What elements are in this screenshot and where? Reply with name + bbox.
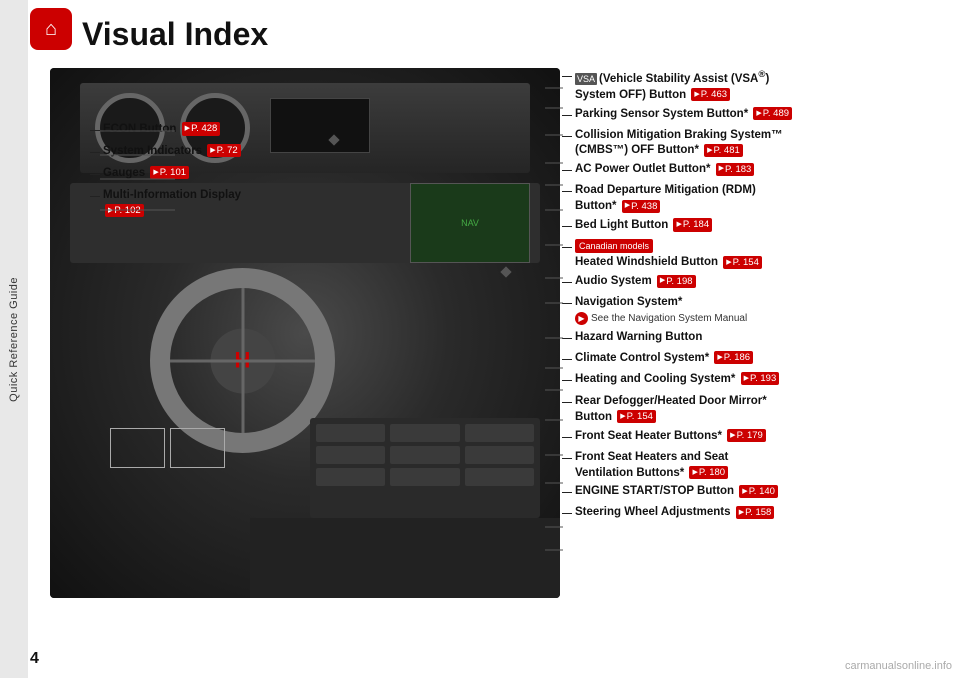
tick-line <box>562 513 572 514</box>
tick-line <box>562 380 572 381</box>
label-content: Gauges P. 101 <box>100 166 189 182</box>
page-ref-badge: P. 180 <box>689 466 728 479</box>
tick-line <box>562 402 572 403</box>
list-item: Parking Sensor System Button* P. 489 <box>562 107 952 125</box>
watermark: carmanualsonline.info <box>845 660 952 672</box>
list-item: Collision Mitigation Braking System™(CMB… <box>562 128 952 160</box>
label-content: Canadian models Heated Windshield Button… <box>572 239 762 271</box>
page-ref-badge: P. 140 <box>739 485 778 498</box>
label-content: Navigation System* ▶See the Navigation S… <box>572 295 747 327</box>
page-ref-badge: P. 198 <box>657 275 696 288</box>
label-content: Hazard Warning Button <box>572 330 702 346</box>
list-item: ENGINE START/STOP Button P. 140 <box>562 484 952 502</box>
list-item: Rear Defogger/Heated Door Mirror*Button … <box>562 394 952 426</box>
list-item: Gauges P. 101 <box>90 166 320 182</box>
page-ref-badge: P. 101 <box>150 166 189 179</box>
list-item: Heating and Cooling System* P. 193 <box>562 372 952 390</box>
tick-line <box>562 170 572 171</box>
label-content: Collision Mitigation Braking System™(CMB… <box>572 128 783 160</box>
list-item: Bed Light Button P. 184 <box>562 218 952 236</box>
list-item: AC Power Outlet Button* P. 183 <box>562 162 952 180</box>
page-ref-badge: P. 179 <box>727 429 766 442</box>
tick-line <box>562 303 572 304</box>
label-content: Bed Light Button P. 184 <box>572 218 712 234</box>
list-item: System Indicators P. 72 <box>90 144 320 160</box>
page-ref-badge: P. 186 <box>714 351 753 364</box>
list-item: Navigation System* ▶See the Navigation S… <box>562 295 952 327</box>
list-item: Front Seat Heaters and SeatVentilation B… <box>562 450 952 482</box>
home-icon: ⌂ <box>45 18 57 41</box>
page-ref-badge: P. 154 <box>723 256 762 269</box>
tick-line <box>562 191 572 192</box>
page-ref-badge: P. 428 <box>182 122 221 135</box>
page-ref-badge: P. 183 <box>716 163 755 176</box>
sidebar-label: Quick Reference Guide <box>8 277 20 402</box>
tick-line <box>562 136 572 137</box>
sidebar: Quick Reference Guide <box>0 0 28 678</box>
page-ref-badge: P. 489 <box>753 107 792 120</box>
page: Quick Reference Guide ⌂ Visual Index NAV <box>0 0 960 678</box>
page-ref-badge: P. 193 <box>741 372 780 385</box>
label-content: Road Departure Mitigation (RDM)Button* P… <box>572 183 756 215</box>
page-ref-badge: P. 184 <box>673 218 712 231</box>
list-item: Climate Control System* P. 186 <box>562 351 952 369</box>
list-item: Canadian models Heated Windshield Button… <box>562 239 952 271</box>
label-content: Parking Sensor System Button* P. 489 <box>572 107 792 123</box>
page-ref-badge: P. 463 <box>691 88 730 101</box>
tick-line <box>562 226 572 227</box>
right-labels-container: VSA(Vehicle Stability Assist (VSA®)Syste… <box>562 68 952 526</box>
tick-line <box>562 115 572 116</box>
tick-line <box>562 282 572 283</box>
tick-line <box>90 196 100 197</box>
tick-line <box>562 247 572 248</box>
label-content: Climate Control System* P. 186 <box>572 351 753 367</box>
tick-line <box>90 130 100 131</box>
list-item: Hazard Warning Button <box>562 330 952 348</box>
label-content: System Indicators P. 72 <box>100 144 241 160</box>
list-item: ECON Button P. 428 <box>90 122 320 138</box>
label-content: Rear Defogger/Heated Door Mirror*Button … <box>572 394 767 426</box>
tick-line <box>562 458 572 459</box>
page-ref-badge: P. 438 <box>622 200 661 213</box>
tick-line <box>562 76 572 77</box>
label-content: Heating and Cooling System* P. 193 <box>572 372 779 388</box>
page-number: 4 <box>30 650 39 668</box>
list-item: Road Departure Mitigation (RDM)Button* P… <box>562 183 952 215</box>
list-item: Audio System P. 198 <box>562 274 952 292</box>
tick-line <box>562 338 572 339</box>
tick-line <box>90 152 100 153</box>
page-ref-badge: P. 481 <box>704 144 743 157</box>
list-item: Steering Wheel Adjustments P. 158 <box>562 505 952 523</box>
home-button[interactable]: ⌂ <box>30 8 72 50</box>
label-content: ECON Button P. 428 <box>100 122 220 138</box>
label-content: Multi-Information Display P. 102 <box>100 188 241 220</box>
list-item: Front Seat Heater Buttons* P. 179 <box>562 429 952 447</box>
label-content: Front Seat Heaters and SeatVentilation B… <box>572 450 728 482</box>
label-content: Audio System P. 198 <box>572 274 696 290</box>
label-content: Front Seat Heater Buttons* P. 179 <box>572 429 766 445</box>
page-ref-badge: P. 102 <box>105 204 144 217</box>
label-content: Steering Wheel Adjustments P. 158 <box>572 505 774 521</box>
page-ref-badge: P. 158 <box>736 506 775 519</box>
list-item: VSA(Vehicle Stability Assist (VSA®)Syste… <box>562 68 952 104</box>
label-content: AC Power Outlet Button* P. 183 <box>572 162 754 178</box>
list-item: Multi-Information Display P. 102 <box>90 188 320 220</box>
page-title: Visual Index <box>82 16 268 53</box>
tick-line <box>90 174 100 175</box>
page-ref-badge: P. 154 <box>617 410 656 423</box>
tick-line <box>562 359 572 360</box>
tick-line <box>562 492 572 493</box>
page-ref-badge: P. 72 <box>207 144 240 157</box>
tick-line <box>562 437 572 438</box>
label-content: VSA(Vehicle Stability Assist (VSA®)Syste… <box>572 68 769 104</box>
left-labels-container: ECON Button P. 428 System Indicators P. … <box>90 122 320 223</box>
label-content: ENGINE START/STOP Button P. 140 <box>572 484 778 500</box>
